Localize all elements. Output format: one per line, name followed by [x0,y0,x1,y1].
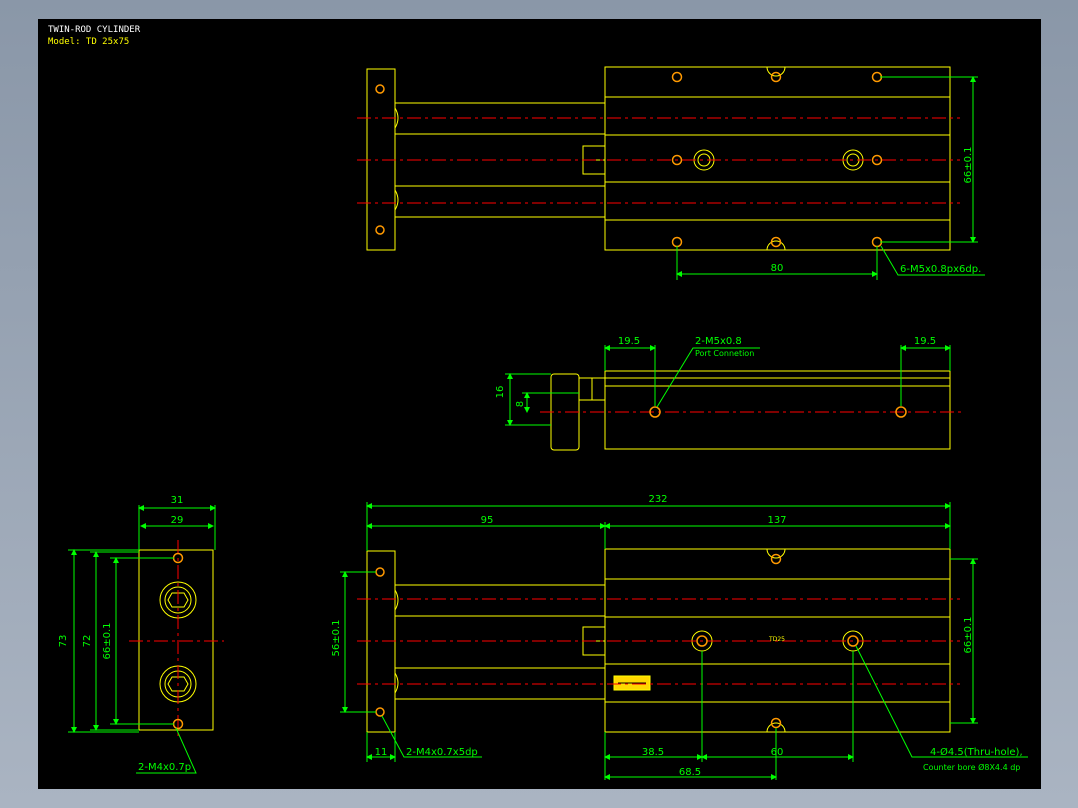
dim-66: 66±0.1 [963,616,974,653]
dim-95: 95 [481,515,494,526]
dim-16: 16 [495,386,506,399]
dim-72: 72 [82,635,93,648]
dim-height: 66±0.1 [963,146,974,183]
dim-total: 232 [648,494,667,505]
end-hole-note: 2-M4x0.7p [138,762,191,773]
dim-73: 73 [58,635,69,648]
hole-note: 6-M5x0.8px6dp. [900,264,981,275]
dim-spacing: 80 [771,263,784,274]
mount-hole [671,236,683,248]
dim-38-5: 38.5 [642,747,664,758]
plate-hole [375,567,385,577]
top-view: 66±0.1 80 6-M5x0.8px6dp. [357,66,985,280]
dim-31: 31 [171,495,184,506]
dim-left: 19.5 [618,336,640,347]
thru-hole-note: 4-Ø4.5(Thru-hole), [930,746,1023,758]
side-view: 19.5 19.5 2-M5x0.8 Port Connetion 16 8 [495,336,962,451]
port-sub-note: Port Connetion [695,349,754,358]
body-label: TD25 [768,636,785,643]
counter-bore-note: Counter bore Ø8X4.4 dp [923,762,1020,772]
end-view: 31 29 73 72 66±0.1 2-M4x0.7p [58,495,224,774]
side-body [604,370,951,450]
dim-right: 19.5 [914,336,936,347]
plate-hole [375,707,385,717]
dim-66: 66±0.1 [102,622,113,659]
dim-8: 8 [515,401,526,407]
dim-68-5: 68.5 [679,767,701,778]
mount-hole [770,71,782,83]
thru-hole [770,553,782,565]
top-body [604,66,951,251]
dim-137: 137 [767,515,786,526]
drawing-canvas: TWIN-ROD CYLINDER Model: TD 25x75 66±0.1… [38,19,1041,789]
dim-29: 29 [171,515,184,526]
dim-56: 56±0.1 [331,619,342,656]
mount-hole [375,225,385,235]
mount-hole [671,71,683,83]
mount-hole [375,84,385,94]
plate-hole-note: 2-M4x0.7x5dp [406,747,478,758]
dim-60: 60 [771,747,784,758]
dim-11: 11 [375,747,388,758]
front-view: 232 95 137 56±0.1 66±0.1 11 2-M4x0.7x5dp… [331,494,1028,780]
port-note: 2-M5x0.8 [695,336,742,347]
brand-badge [613,675,651,691]
end-body [138,549,214,731]
cad-drawing: 66±0.1 80 6-M5x0.8px6dp. 19.5 19.5 2-M5x… [58,66,1028,780]
